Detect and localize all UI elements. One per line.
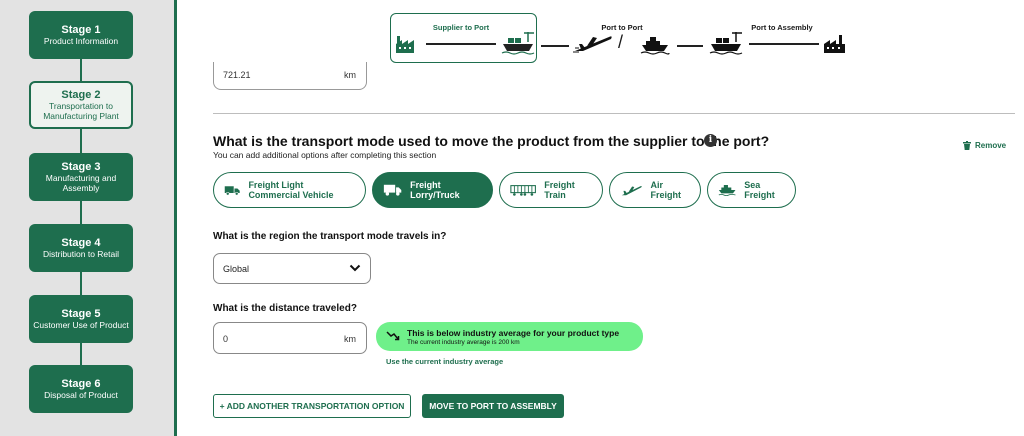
question-subtitle: You can add additional options after com… (213, 150, 437, 160)
plane-icon (573, 36, 612, 53)
use-industry-average-link[interactable]: Use the current industry average (386, 357, 503, 366)
route-line (677, 45, 703, 47)
port-ship-icon (709, 32, 743, 55)
route-line (426, 43, 496, 45)
stage-4-button[interactable]: Stage 4 Distribution to Retail (29, 224, 133, 272)
stage-2-button[interactable]: Stage 2 Transportation to Manufacturing … (29, 81, 133, 129)
stage-title: Stage 6 (61, 377, 101, 390)
port-ship-icon (501, 32, 535, 55)
stage-description: Transportation to Manufacturing Plant (43, 101, 119, 121)
route-slash: / (618, 32, 624, 52)
mode-label: Air Freight (650, 180, 682, 200)
chevron-down-icon (349, 264, 361, 272)
distance-label: What is the distance traveled? (213, 303, 357, 314)
previous-distance-unit: km (344, 70, 356, 80)
stage-title: Stage 4 (61, 236, 101, 249)
remove-label: Remove (975, 141, 1007, 150)
add-transport-option-button[interactable]: + ADD ANOTHER TRANSPORTATION OPTION (213, 394, 411, 418)
trend-down-icon (386, 331, 400, 341)
ship-icon (718, 185, 736, 197)
stage-1-button[interactable]: Stage 1 Product Information (29, 11, 133, 59)
plane-icon (621, 186, 642, 196)
mode-label: Freight Train (544, 180, 575, 200)
mode-label: Freight Lorry/Truck (410, 180, 460, 200)
badge-title: This is below industry average for your … (407, 328, 620, 338)
question-title: What is the transport mode used to move … (213, 133, 770, 149)
distance-unit: km (344, 334, 356, 344)
info-icon[interactable]: i (704, 134, 717, 147)
badge-subtitle: The current industry average is 200 km (407, 339, 520, 346)
mode-button-lorry-truck[interactable]: Freight Lorry/Truck (372, 172, 493, 208)
mode-button-light-commercial-vehicle[interactable]: Freight Light Commercial Vehicle (213, 172, 366, 208)
train-icon (510, 185, 536, 196)
stage-connector (80, 57, 82, 81)
truck-icon (383, 184, 402, 196)
stage-title: Stage 5 (61, 307, 101, 320)
distance-input[interactable]: 0 km (213, 322, 367, 354)
stage-sidebar: Stage 1 Product Information Stage 2 Tran… (0, 0, 174, 436)
move-to-port-to-assembly-button[interactable]: MOVE TO PORT TO ASSEMBLY (422, 394, 564, 418)
stage-connector (80, 271, 82, 295)
stage-description: Manufacturing and Assembly (45, 173, 117, 193)
stage-5-button[interactable]: Stage 5 Customer Use of Product (29, 295, 133, 343)
stage-title: Stage 1 (61, 23, 101, 36)
route-label-port-to-port: Port to Port (601, 23, 643, 32)
stage-connector (80, 200, 82, 224)
stage-description: Distribution to Retail (42, 248, 120, 259)
route-line (541, 45, 569, 47)
stage-description: Disposal of Product (44, 389, 118, 400)
remove-button[interactable]: Remove (963, 141, 1006, 150)
previous-distance-input[interactable]: 721.21 km (213, 62, 367, 90)
stage-description: Product Information (43, 35, 119, 46)
mode-button-air-freight[interactable]: Air Freight (609, 172, 701, 208)
ship-icon (640, 37, 670, 55)
region-label: What is the region the transport mode tr… (213, 231, 447, 242)
mode-label: Sea Freight (744, 180, 775, 200)
stage-6-button[interactable]: Stage 6 Disposal of Product (29, 365, 133, 413)
route-label-supplier-to-port: Supplier to Port (432, 23, 490, 32)
trash-icon (963, 141, 971, 150)
industry-average-badge: This is below industry average for your … (376, 322, 643, 351)
mode-button-train[interactable]: Freight Train (499, 172, 603, 208)
factory-icon (824, 35, 845, 53)
stage-connector (80, 129, 82, 153)
stage-connector (80, 341, 82, 365)
route-label-port-to-assembly: Port to Assembly (751, 23, 813, 32)
sidebar-divider (174, 0, 177, 436)
factory-icon (396, 36, 414, 53)
mode-label: Freight Light Commercial Vehicle (248, 180, 334, 200)
section-divider (213, 113, 1015, 114)
region-select[interactable]: Global (213, 253, 371, 284)
stage-3-button[interactable]: Stage 3 Manufacturing and Assembly (29, 153, 133, 201)
mode-button-sea-freight[interactable]: Sea Freight (707, 172, 796, 208)
distance-value: 0 (223, 334, 229, 344)
stage-description: Customer Use of Product (33, 319, 129, 330)
region-selected-value: Global (223, 263, 250, 274)
route-line (749, 43, 819, 45)
previous-distance-value: 721.21 (223, 70, 251, 80)
van-icon (224, 186, 240, 196)
